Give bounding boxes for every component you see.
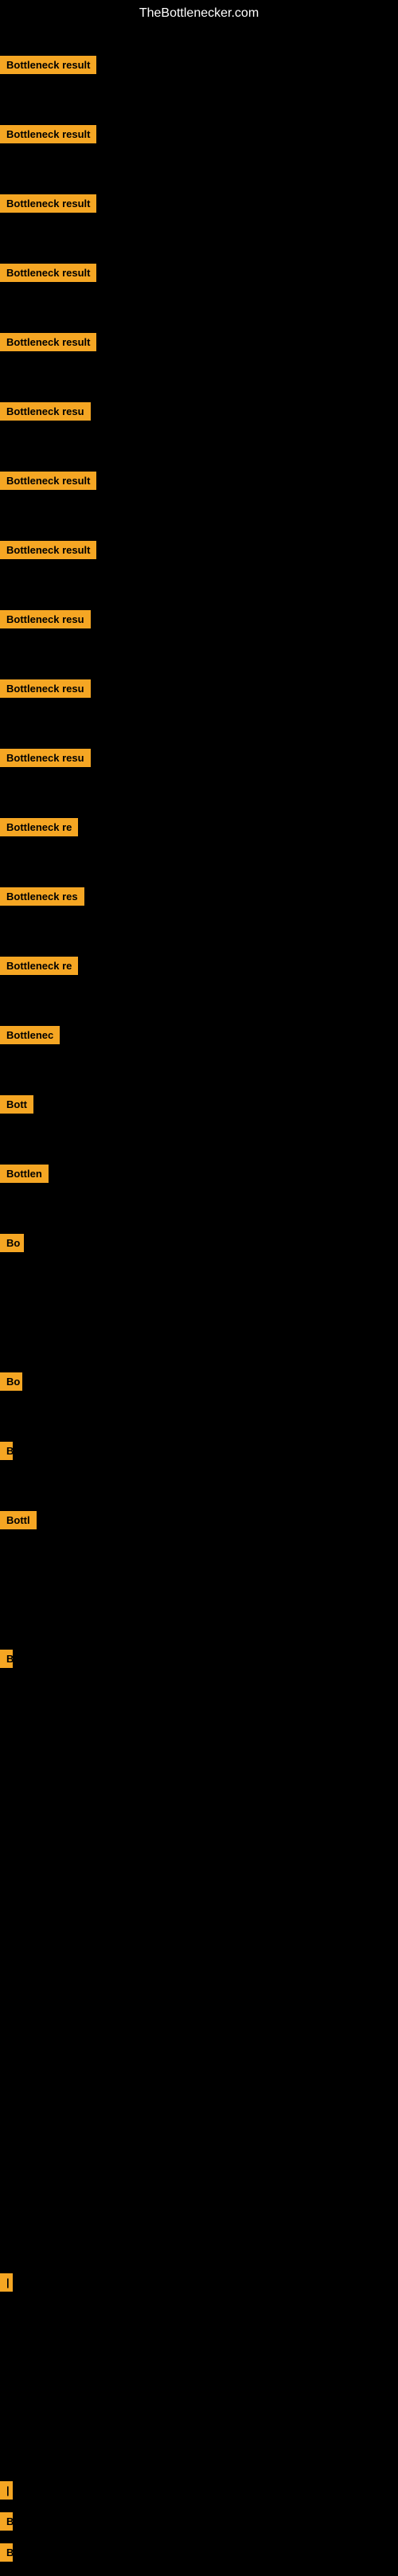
- bottleneck-badge: Bo: [0, 1372, 22, 1391]
- bottleneck-badge: Bottleneck result: [0, 541, 96, 559]
- bottleneck-badge: Bottlen: [0, 1165, 49, 1183]
- bottleneck-badge: Bo: [0, 1234, 24, 1252]
- bottleneck-badge: Bottlenec: [0, 1026, 60, 1044]
- bottleneck-badge: B: [0, 1442, 13, 1460]
- bottleneck-badge: B: [0, 2512, 13, 2531]
- bottleneck-badge: Bottleneck res: [0, 887, 84, 906]
- bottleneck-badge: Bottleneck resu: [0, 749, 91, 767]
- bottleneck-badge: B: [0, 2543, 13, 2562]
- site-title: TheBottlenecker.com: [0, 0, 398, 27]
- bottleneck-badge: Bottleneck result: [0, 56, 96, 74]
- bottleneck-badge: Bottleneck re: [0, 957, 78, 975]
- bottleneck-badge: Bottleneck result: [0, 194, 96, 213]
- bottleneck-badge: Bottleneck result: [0, 333, 96, 351]
- bottleneck-badge: |: [0, 2481, 13, 2500]
- bottleneck-badge: Bottleneck resu: [0, 402, 91, 421]
- bottleneck-badge: Bottleneck resu: [0, 679, 91, 698]
- bottleneck-badge: B: [0, 1650, 13, 1668]
- bottleneck-badge: Bottleneck resu: [0, 610, 91, 628]
- bottleneck-badge: Bottleneck result: [0, 472, 96, 490]
- bottleneck-badge: Bottleneck result: [0, 125, 96, 143]
- bottleneck-badge: Bott: [0, 1095, 33, 1114]
- bottleneck-badge: Bottleneck re: [0, 818, 78, 836]
- bottleneck-badge: |: [0, 2273, 13, 2292]
- bottleneck-badge: Bottleneck result: [0, 264, 96, 282]
- bottleneck-badge: Bottl: [0, 1511, 37, 1529]
